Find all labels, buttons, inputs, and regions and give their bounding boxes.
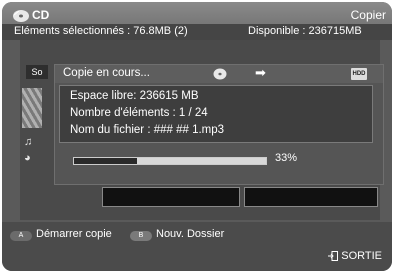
selected-items-info: Eléments sélectionnés : 76.8MB (2) bbox=[14, 25, 188, 37]
exit-icon bbox=[328, 251, 339, 261]
progress-percent: 33% bbox=[275, 152, 298, 164]
background-thumbnail bbox=[22, 88, 42, 128]
disc-small-icon: ◕ bbox=[24, 152, 31, 164]
copy-progress-bar bbox=[73, 157, 267, 165]
progress-fill bbox=[74, 158, 138, 164]
dialog-title: Copie en cours... bbox=[63, 67, 150, 79]
exit-label: SORTIE bbox=[341, 250, 382, 262]
exit-button[interactable]: SORTIE bbox=[328, 250, 382, 262]
file-name-text: Nom du fichier : ### ## 1.mp3 bbox=[70, 124, 225, 136]
new-folder-label[interactable]: Nouv. Dossier bbox=[156, 228, 224, 240]
mode-label: Copier bbox=[350, 8, 386, 22]
music-note-icon: ♫ bbox=[24, 136, 33, 148]
item-count-text: Nombre d'éléments : 1 / 24 bbox=[70, 107, 208, 119]
free-space-text: Espace libre: 236615 MB bbox=[70, 90, 199, 102]
dialog-info-box: Espace libre: 236615 MB Nombre d'élément… bbox=[59, 85, 373, 143]
background-field-right bbox=[244, 187, 378, 207]
available-space-info: Disponible : 236715MB bbox=[248, 25, 362, 37]
b-button[interactable]: B bbox=[130, 231, 152, 241]
a-button[interactable]: A bbox=[10, 231, 32, 241]
source-disc-icon bbox=[213, 68, 227, 80]
copy-progress-dialog: Copie en cours... ➡ HDD Espace libre: 23… bbox=[54, 64, 384, 185]
screen: CD Copier Eléments sélectionnés : 76.8MB… bbox=[2, 2, 392, 271]
background-tab: So bbox=[26, 65, 48, 79]
selection-bar: Eléments sélectionnés : 76.8MB (2) Dispo… bbox=[2, 24, 392, 40]
dialog-header: Copie en cours... ➡ HDD bbox=[55, 65, 383, 83]
background-field-left bbox=[102, 187, 240, 207]
arrow-right-icon: ➡ bbox=[255, 65, 266, 80]
disc-icon bbox=[13, 10, 29, 22]
hdd-icon: HDD bbox=[351, 68, 367, 80]
start-copy-label[interactable]: Démarrer copie bbox=[36, 228, 112, 240]
page-title: CD bbox=[32, 8, 50, 22]
